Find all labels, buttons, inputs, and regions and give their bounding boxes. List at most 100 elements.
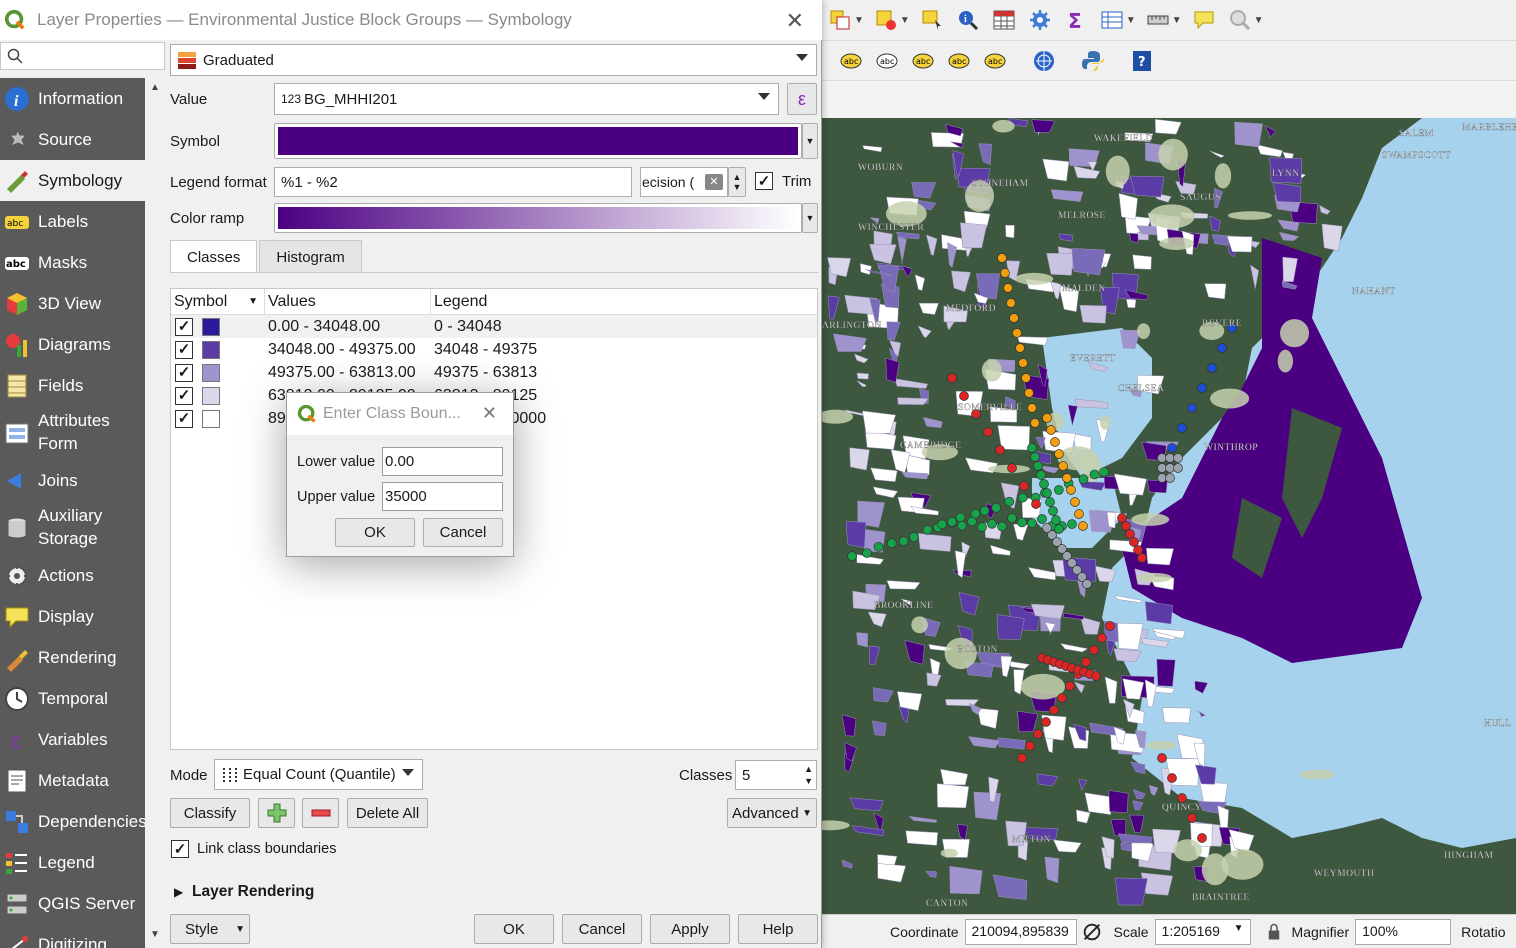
- coordinate-field[interactable]: 210094,895839: [964, 918, 1077, 945]
- transit-station-marker[interactable]: [1054, 449, 1064, 459]
- transit-station-marker[interactable]: [1049, 705, 1059, 715]
- sidebar-item-legend[interactable]: Legend: [0, 842, 145, 883]
- label-pin-icon[interactable]: abc: [874, 48, 900, 74]
- sidebar-item-metadata[interactable]: Metadata: [0, 760, 145, 801]
- precision-spinbox[interactable]: ecision ( ✕: [640, 167, 728, 197]
- transit-station-marker[interactable]: [1033, 461, 1043, 471]
- table-row[interactable]: ✓ 49375.00 - 63813.00 49375 - 63813: [171, 361, 817, 384]
- transit-station-marker[interactable]: [1167, 443, 1177, 453]
- transit-station-marker[interactable]: [1030, 418, 1040, 428]
- transit-station-marker[interactable]: [1037, 514, 1047, 524]
- transit-station-marker[interactable]: [995, 445, 1005, 455]
- transit-station-marker[interactable]: [886, 538, 897, 549]
- transit-station-marker[interactable]: [898, 536, 909, 546]
- extents-toggle-icon[interactable]: [1081, 919, 1103, 945]
- style-button[interactable]: Style ▼: [170, 914, 250, 944]
- transit-station-marker[interactable]: [1042, 413, 1052, 423]
- cancel-button[interactable]: Cancel: [562, 914, 642, 944]
- class-visible-checkbox[interactable]: ✓: [175, 317, 193, 336]
- renderer-combo[interactable]: Graduated: [170, 44, 817, 76]
- sidebar-scrollbar[interactable]: ▲ ▼: [145, 78, 165, 948]
- chevron-down-icon[interactable]: ▼: [854, 15, 864, 26]
- classes-count-spinbox[interactable]: 5 ▲ ▼: [735, 760, 817, 790]
- transit-station-marker[interactable]: [987, 518, 997, 529]
- transit-station-marker[interactable]: [1197, 833, 1207, 843]
- transit-station-marker[interactable]: [1089, 645, 1099, 655]
- color-ramp-button[interactable]: [274, 203, 802, 233]
- transit-station-marker[interactable]: [1017, 753, 1027, 763]
- classes-stepper-icon[interactable]: ▲ ▼: [804, 763, 813, 787]
- transit-station-marker[interactable]: [979, 505, 990, 516]
- statistics-sigma-icon[interactable]: Σ: [1063, 7, 1089, 33]
- transit-station-marker[interactable]: [1027, 443, 1037, 453]
- settings-gear-icon[interactable]: [1027, 7, 1053, 33]
- open-table-icon[interactable]: [1099, 7, 1125, 33]
- close-icon[interactable]: ✕: [786, 8, 804, 34]
- magnifier-field[interactable]: 100%: [1355, 918, 1452, 945]
- transit-station-marker[interactable]: [862, 548, 872, 558]
- apply-button[interactable]: Apply: [650, 914, 730, 944]
- sidebar-item-display[interactable]: Display: [0, 596, 145, 637]
- transit-station-marker[interactable]: [1117, 513, 1127, 523]
- transit-station-marker[interactable]: [1058, 461, 1068, 471]
- identify-icon[interactable]: i: [955, 7, 981, 33]
- transit-station-marker[interactable]: [1017, 492, 1028, 503]
- transit-station-marker[interactable]: [1167, 773, 1177, 783]
- sidebar-item-variables[interactable]: ε Variables: [0, 719, 145, 760]
- sidebar-item-fields[interactable]: Fields: [0, 365, 145, 406]
- column-header-legend[interactable]: Legend: [431, 289, 817, 314]
- class-legend-cell[interactable]: 0 - 34048: [431, 318, 502, 336]
- ok-button[interactable]: OK: [474, 914, 554, 944]
- transit-station-marker[interactable]: [1070, 497, 1080, 507]
- transit-station-marker[interactable]: [1187, 813, 1197, 823]
- transit-station-marker[interactable]: [1024, 388, 1034, 398]
- chevron-down-icon[interactable]: ▼: [900, 15, 910, 26]
- delete-all-button[interactable]: Delete All: [347, 798, 428, 828]
- class-values-cell[interactable]: 49375.00 - 63813.00: [265, 364, 431, 382]
- sidebar-item-3d-view[interactable]: 3D View: [0, 283, 145, 324]
- transit-station-marker[interactable]: [1133, 545, 1143, 555]
- class-color-swatch[interactable]: [202, 409, 220, 428]
- expression-button[interactable]: ε: [787, 83, 817, 115]
- transit-station-marker[interactable]: [1018, 358, 1028, 368]
- link-boundaries-checkbox[interactable]: ✓: [171, 840, 189, 858]
- transit-station-marker[interactable]: [1027, 403, 1037, 413]
- transit-station-marker[interactable]: [977, 522, 987, 532]
- transit-station-marker[interactable]: [1173, 463, 1183, 473]
- class-values-cell[interactable]: 0.00 - 34048.00: [265, 318, 431, 336]
- symbol-button[interactable]: [274, 123, 802, 159]
- transit-station-marker[interactable]: [1099, 467, 1109, 477]
- help-icon[interactable]: ?: [1129, 48, 1155, 74]
- transit-station-marker[interactable]: [1207, 363, 1217, 373]
- trim-checkbox[interactable]: ✓: [755, 172, 773, 190]
- color-ramp-menu-button[interactable]: ▼: [802, 203, 818, 233]
- transit-station-marker[interactable]: [1165, 473, 1175, 483]
- transit-station-marker[interactable]: [957, 520, 967, 531]
- add-class-button[interactable]: [258, 798, 295, 828]
- transit-station-marker[interactable]: [1177, 793, 1187, 803]
- attribute-table-icon[interactable]: [991, 7, 1017, 33]
- select-location-icon[interactable]: [919, 7, 945, 33]
- transit-station-marker[interactable]: [1045, 497, 1055, 507]
- transit-station-marker[interactable]: [1051, 515, 1061, 525]
- transit-station-marker[interactable]: [997, 521, 1007, 532]
- legend-format-input[interactable]: %1 - %2: [274, 167, 632, 197]
- sidebar-item-information[interactable]: i Information: [0, 78, 145, 119]
- transit-station-marker[interactable]: [1017, 517, 1027, 528]
- search-input[interactable]: [0, 42, 165, 70]
- transit-station-marker[interactable]: [1177, 423, 1187, 433]
- transit-station-marker[interactable]: [922, 524, 933, 535]
- class-visible-checkbox[interactable]: ✓: [175, 363, 193, 382]
- transit-station-marker[interactable]: [1012, 328, 1022, 338]
- transit-station-marker[interactable]: [1089, 469, 1100, 480]
- transit-station-marker[interactable]: [1033, 729, 1043, 739]
- transit-station-marker[interactable]: [1046, 425, 1056, 435]
- plugin-globe-icon[interactable]: [1031, 48, 1057, 74]
- tab-classes[interactable]: Classes: [170, 240, 258, 273]
- map-canvas[interactable]: WAKEFIELD SALEM MARBLEHEAD WOBURN LYNN SWAMPS…: [822, 118, 1516, 914]
- transit-station-marker[interactable]: [1217, 343, 1227, 353]
- lock-icon[interactable]: [1265, 919, 1283, 945]
- symbol-menu-button[interactable]: ▼: [802, 123, 818, 159]
- transit-station-marker[interactable]: [1009, 313, 1019, 323]
- class-color-swatch[interactable]: [202, 363, 220, 382]
